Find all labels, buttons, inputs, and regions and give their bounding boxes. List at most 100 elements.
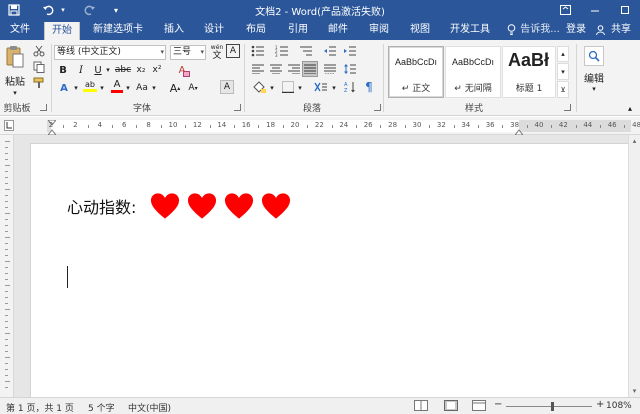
char-border-button[interactable]: A xyxy=(226,44,240,58)
format-painter-icon[interactable] xyxy=(32,76,46,90)
horizontal-ruler[interactable]: 2 2 4 6 8 10 12 14 16 18 20 22 24 26 28 30 32 34 36 38 40 42 4… xyxy=(46,119,640,136)
align-left-icon[interactable] xyxy=(250,62,266,76)
chinese-layout-icon[interactable] xyxy=(312,80,330,94)
underline-dropdown-icon[interactable]: ▾ xyxy=(104,63,112,77)
style-normal-card[interactable]: AaBbCcDı ↵ 正文 xyxy=(388,46,444,98)
text-effects-icon[interactable]: A xyxy=(56,81,72,95)
maximize-icon[interactable] xyxy=(610,0,640,20)
font-color-dropdown-icon[interactable]: ▾ xyxy=(124,81,132,95)
highlight-dropdown-icon[interactable]: ▾ xyxy=(98,81,106,95)
font-color-button[interactable]: A xyxy=(110,79,124,93)
sort-icon[interactable]: AZ xyxy=(342,80,358,94)
styles-scroll-down-icon[interactable]: ▾ xyxy=(557,63,569,80)
italic-button[interactable]: I xyxy=(74,63,88,77)
superscript-button[interactable]: x² xyxy=(150,63,164,77)
person-icon[interactable] xyxy=(594,20,606,40)
tab-home[interactable]: 开始 xyxy=(44,22,80,40)
change-case-button[interactable]: Aa xyxy=(134,81,150,95)
decrease-indent-icon[interactable] xyxy=(322,44,338,58)
find-icon[interactable] xyxy=(584,46,604,66)
clipboard-dialog-launcher[interactable] xyxy=(40,104,47,111)
tab-new-tab[interactable]: 新建选项卡 xyxy=(84,20,152,40)
share-button[interactable]: 共享 xyxy=(606,20,636,40)
scroll-up-icon[interactable]: ▴ xyxy=(630,137,639,145)
sign-in-link[interactable]: 登录 xyxy=(562,20,590,40)
copy-icon[interactable] xyxy=(32,60,46,74)
borders-dropdown-icon[interactable]: ▾ xyxy=(296,81,304,95)
vertical-scrollbar[interactable]: ▴ ▾ xyxy=(628,135,640,397)
tab-selector-icon[interactable] xyxy=(4,120,14,131)
word-count-status[interactable]: 5 个字 xyxy=(88,401,115,414)
clear-formatting-button[interactable]: A xyxy=(174,63,190,77)
tell-me-search[interactable]: 告诉我... xyxy=(518,20,562,40)
paste-dropdown-icon[interactable]: ▾ xyxy=(10,86,20,100)
ribbon-display-icon[interactable] xyxy=(550,0,580,20)
zoom-slider-thumb[interactable] xyxy=(551,402,555,411)
change-case-dropdown-icon[interactable]: ▾ xyxy=(150,81,158,95)
font-size-dropdown-icon[interactable]: ▾ xyxy=(200,46,204,59)
read-mode-icon[interactable] xyxy=(414,400,428,414)
page-count-status[interactable]: 第 1 页，共 1 页 xyxy=(6,401,74,414)
numbering-icon[interactable]: 123 xyxy=(272,44,292,58)
align-right-icon[interactable] xyxy=(286,62,302,76)
increase-indent-icon[interactable] xyxy=(342,44,358,58)
language-status[interactable]: 中文(中国) xyxy=(128,401,171,414)
chinese-layout-dropdown-icon[interactable]: ▾ xyxy=(330,81,338,95)
borders-icon[interactable] xyxy=(280,80,296,94)
bold-button[interactable]: B xyxy=(56,63,70,77)
shrink-font-button[interactable]: A ▾ xyxy=(186,81,200,95)
tab-review[interactable]: 审阅 xyxy=(361,20,397,40)
minimize-icon[interactable] xyxy=(580,0,610,20)
document-page[interactable]: 心动指数: xyxy=(30,143,630,405)
style-no-spacing-card[interactable]: AaBbCcDı ↵ 无间隔 xyxy=(445,46,501,98)
phonetic-guide-button[interactable]: wén 文 xyxy=(208,43,226,61)
vertical-ruler[interactable] xyxy=(0,135,14,397)
zoom-level[interactable]: 108% xyxy=(606,401,632,411)
distributed-icon[interactable] xyxy=(322,62,338,76)
subscript-button[interactable]: x₂ xyxy=(134,63,148,77)
tab-file[interactable]: 文件 xyxy=(2,20,38,40)
styles-dialog-launcher[interactable] xyxy=(564,104,571,111)
multilevel-list-icon[interactable] xyxy=(296,44,316,58)
paste-icon[interactable] xyxy=(4,44,26,70)
font-name-dropdown-icon[interactable]: ▾ xyxy=(160,46,164,59)
zoom-in-icon[interactable]: + xyxy=(596,399,604,410)
font-size-combo[interactable]: 三号 ▾ xyxy=(170,45,206,60)
tab-insert[interactable]: 插入 xyxy=(156,20,192,40)
font-dialog-launcher[interactable] xyxy=(234,104,241,111)
line-spacing-icon[interactable] xyxy=(342,62,358,76)
lightbulb-icon[interactable] xyxy=(504,20,518,40)
tab-view[interactable]: 视图 xyxy=(402,20,438,40)
grow-font-button[interactable]: A ▴ xyxy=(168,81,182,95)
tab-references[interactable]: 引用 xyxy=(280,20,316,40)
tab-developer[interactable]: 开发工具 xyxy=(444,20,496,40)
paste-button[interactable]: 粘贴 xyxy=(2,73,28,88)
underline-button[interactable]: U xyxy=(92,63,104,77)
highlight-color-button[interactable]: ab xyxy=(82,79,98,93)
print-layout-icon[interactable] xyxy=(444,400,458,414)
paragraph-dialog-launcher[interactable] xyxy=(374,104,381,111)
collapse-ribbon-icon[interactable]: ▴ xyxy=(624,101,636,115)
tab-mailings[interactable]: 邮件 xyxy=(320,20,356,40)
scroll-down-icon[interactable]: ▾ xyxy=(630,387,639,395)
styles-more-icon[interactable]: ⊻ xyxy=(557,81,569,98)
tab-design[interactable]: 设计 xyxy=(196,20,232,40)
bullets-icon[interactable] xyxy=(248,44,268,58)
justify-icon[interactable] xyxy=(302,61,318,77)
align-center-icon[interactable] xyxy=(268,62,284,76)
strikethrough-button[interactable]: abc xyxy=(114,63,132,77)
editing-dropdown-icon[interactable]: ▾ xyxy=(589,82,599,96)
show-paragraph-marks-icon[interactable]: ¶ xyxy=(362,80,376,94)
zoom-out-icon[interactable]: − xyxy=(494,399,502,410)
font-name-combo[interactable]: 等线 (中文正文) ▾ xyxy=(54,45,166,60)
web-layout-icon[interactable] xyxy=(472,400,486,414)
style-heading1-card[interactable]: AaBł 标题 1 xyxy=(502,46,556,98)
cut-icon[interactable] xyxy=(32,44,46,58)
shading-dropdown-icon[interactable]: ▾ xyxy=(268,81,276,95)
styles-scroll-up-icon[interactable]: ▴ xyxy=(557,46,569,62)
zoom-slider[interactable] xyxy=(506,402,592,411)
text-effects-dropdown-icon[interactable]: ▾ xyxy=(72,81,80,95)
enclose-char-button[interactable]: A xyxy=(220,80,234,94)
tab-layout[interactable]: 布局 xyxy=(238,20,274,40)
shading-icon[interactable] xyxy=(250,80,268,94)
